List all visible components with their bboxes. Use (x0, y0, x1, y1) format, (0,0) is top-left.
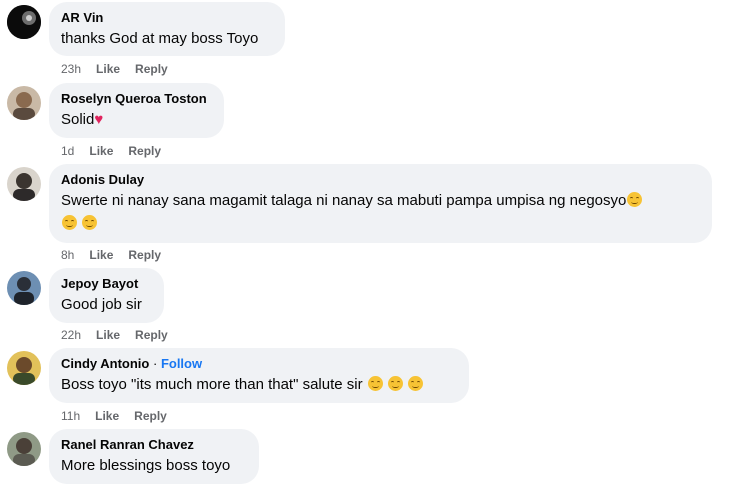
reply-button[interactable]: Reply (128, 248, 161, 262)
comment-author[interactable]: AR Vin (61, 9, 273, 26)
avatar-image (7, 5, 41, 39)
like-button[interactable]: Like (95, 409, 119, 423)
reply-button[interactable]: Reply (134, 409, 167, 423)
reply-button[interactable]: Reply (128, 144, 161, 158)
avatar[interactable] (7, 351, 41, 385)
smiling-face-icon (82, 215, 98, 230)
comment-bubble: Ranel Ranran Chavez More blessings boss … (49, 429, 259, 484)
smiling-face-icon (627, 192, 643, 207)
comment-author[interactable]: Roselyn Queroa Toston (61, 90, 212, 107)
reply-button[interactable]: Reply (135, 328, 168, 342)
comment-time[interactable]: 22h (61, 328, 81, 342)
avatar[interactable] (7, 86, 41, 120)
comment-author[interactable]: Adonis Dulay (61, 171, 700, 188)
comment-author[interactable]: Cindy Antonio (61, 356, 149, 371)
comment-time[interactable]: 8h (61, 248, 74, 262)
avatar-image (7, 351, 41, 385)
comment-bubble: Roselyn Queroa Toston Solid♥ (49, 83, 224, 138)
comment-text: Solid♥ (61, 109, 212, 130)
comment-text: thanks God at may boss Toyo (61, 30, 259, 47)
avatar-image (7, 271, 41, 305)
comment-text-content: Boss toyo "its much more than that" salu… (61, 376, 363, 393)
avatar[interactable] (7, 167, 41, 201)
comment-bubble: Adonis Dulay Swerte ni nanay sana magami… (49, 164, 712, 243)
comment-text-content: Solid (61, 111, 95, 128)
smiling-face-icon (387, 376, 403, 391)
avatar-image (7, 86, 41, 120)
smiling-face-icon (367, 376, 383, 391)
avatar-image (7, 167, 41, 201)
comment-actions: 23h Like Reply (61, 62, 183, 76)
comment-text-content: Swerte ni nanay sana magamit talaga ni n… (61, 192, 627, 209)
comment-time[interactable]: 23h (61, 62, 81, 76)
comment-actions: 1d Like Reply (61, 144, 176, 158)
reply-button[interactable]: Reply (135, 62, 168, 76)
comment-actions: 11h Like Reply (61, 409, 182, 423)
comment-emoji-line (61, 213, 700, 234)
comment-author[interactable]: Ranel Ranran Chavez (61, 436, 247, 453)
follow-button[interactable]: Follow (161, 356, 202, 371)
comment-time[interactable]: 1d (61, 144, 74, 158)
like-button[interactable]: Like (96, 62, 120, 76)
avatar[interactable] (7, 432, 41, 466)
avatar-image (7, 432, 41, 466)
comment-bubble: Cindy Antonio · Follow Boss toyo "its mu… (49, 348, 469, 403)
comment-text: More blessings boss toyo (61, 457, 231, 474)
like-button[interactable]: Like (89, 248, 113, 262)
comment-author[interactable]: Jepoy Bayot (61, 275, 152, 292)
comment-text: Swerte ni nanay sana magamit talaga ni n… (61, 190, 700, 211)
red-heart-icon: ♥ (94, 111, 104, 128)
comment-actions: 8h Like Reply (61, 248, 176, 262)
smiling-face-icon (408, 376, 424, 391)
avatar[interactable] (7, 271, 41, 305)
smiling-face-icon (62, 215, 77, 230)
comment-actions: 22h Like Reply (61, 328, 183, 342)
comment-bubble: AR Vin thanks God at may boss Toyo (49, 2, 285, 56)
comment-time[interactable]: 11h (61, 409, 80, 423)
comment-text: Boss toyo "its much more than that" salu… (61, 374, 457, 395)
separator: · (152, 356, 158, 371)
comment-text: Good job sir (61, 296, 142, 313)
comment-bubble: Jepoy Bayot Good job sir (49, 268, 164, 323)
comment-author-line: Cindy Antonio · Follow (61, 355, 457, 372)
like-button[interactable]: Like (96, 328, 120, 342)
avatar[interactable] (7, 5, 41, 39)
like-button[interactable]: Like (89, 144, 113, 158)
